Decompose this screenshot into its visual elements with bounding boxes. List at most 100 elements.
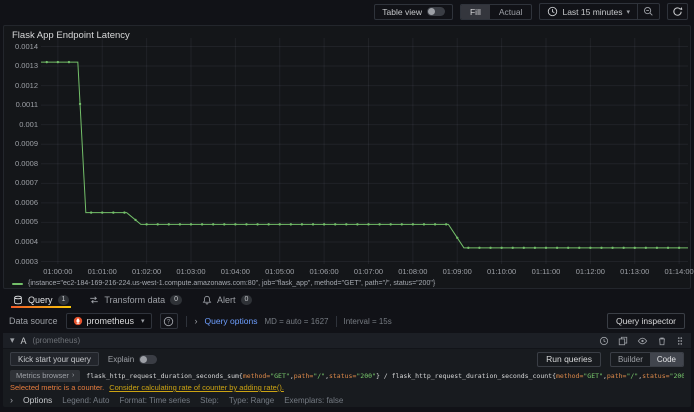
fill-actual-segment: Fill Actual	[459, 3, 533, 20]
time-range-picker[interactable]: Last 15 minutes ▾	[540, 4, 637, 19]
y-tick-label: 0.001	[19, 119, 38, 129]
explain-label: Explain	[107, 354, 135, 364]
refresh-button[interactable]	[667, 3, 688, 20]
legend-label: {instance="ec2-184-169-216-224.us-west-1…	[28, 280, 436, 287]
x-tick-label: 01:05:00	[265, 267, 295, 276]
table-view-switch[interactable]	[426, 7, 445, 16]
code-button[interactable]: Code	[649, 352, 683, 366]
zoom-out-time-button[interactable]	[637, 4, 659, 19]
x-tick-label: 01:10:00	[487, 267, 517, 276]
tab-transform-badge: 0	[170, 294, 183, 305]
query-option-item: Step:	[200, 395, 219, 405]
grafana-panel-edit-view: Table view Fill Actual Last 15 minutes ▾…	[0, 0, 694, 412]
tab-query-badge: 1	[57, 294, 70, 305]
x-tick-label: 01:11:00	[531, 267, 561, 276]
explain-toggle[interactable]: Explain	[107, 354, 158, 364]
x-tick-label: 01:14:00	[664, 267, 694, 276]
x-tick-label: 01:09:00	[442, 267, 472, 276]
query-options-toggle[interactable]: › Query options MD = auto = 1627 Interva…	[194, 315, 392, 327]
y-tick-label: 0.0005	[15, 217, 38, 227]
magnifier-minus-icon	[644, 7, 653, 16]
divider	[335, 315, 337, 327]
table-view-toggle[interactable]: Table view	[374, 3, 453, 20]
tab-transform-label: Transform data	[104, 294, 166, 305]
chevron-right-icon: ›	[71, 372, 75, 379]
chevron-down-icon: ▾	[141, 318, 145, 325]
query-icon	[14, 295, 22, 304]
query-option-item: Legend: Auto	[62, 395, 110, 405]
query-option-item: Format: Time series	[119, 395, 191, 405]
y-tick-label: 0.0004	[15, 236, 38, 246]
remove-query-trash-icon[interactable]	[657, 336, 667, 346]
tab-alert[interactable]: Alert 0	[202, 291, 253, 308]
y-tick-label: 0.0012	[15, 80, 38, 90]
tab-query[interactable]: Query 1	[10, 291, 72, 308]
query-inspector-button[interactable]: Query inspector	[607, 313, 685, 329]
divider	[185, 315, 187, 327]
metrics-browser-button[interactable]: Metrics browser ›	[10, 369, 81, 382]
question-circle-icon: ?	[163, 316, 174, 326]
latency-panel: Flask App Endpoint Latency 0.0014 0.0013 0…	[3, 25, 694, 289]
svg-text:?: ?	[167, 319, 171, 325]
query-editor-card: ▾ A (prometheus) Kick start your query E…	[3, 333, 691, 407]
tab-alert-label: Alert	[217, 294, 236, 305]
editor-tabs: Query 1 Transform data 0 Alert 0	[3, 291, 691, 308]
table-view-label: Table view	[382, 6, 422, 17]
y-tick-label: 0.0011	[15, 100, 38, 110]
interval-value: Interval = 15s	[343, 316, 392, 326]
y-tick-label: 0.0009	[15, 139, 38, 149]
alert-bell-icon	[202, 295, 212, 304]
query-code-row: Metrics browser › flask_http_request_dur…	[3, 369, 691, 382]
chart-legend[interactable]: {instance="ec2-184-169-216-224.us-west-1…	[12, 280, 435, 287]
query-option-item: Type: Range	[228, 395, 275, 405]
edit-topbar: Table view Fill Actual Last 15 minutes ▾	[0, 0, 694, 23]
refresh-icon	[673, 7, 683, 16]
datasource-row: Data source prometheus ▾ ? › Query optio…	[3, 310, 691, 332]
x-tick-label: 01:08:00	[398, 267, 428, 276]
latency-chart[interactable]: 0.0014 0.0013 0.0012 0.0011 0.001 0.0009 0.000…	[4, 38, 694, 288]
max-data-points-value: MD = auto = 1627	[264, 316, 329, 326]
x-tick-label: 01:01:00	[87, 267, 117, 276]
time-picker-group: Last 15 minutes ▾	[539, 3, 660, 20]
builder-code-segment: Builder Code	[609, 351, 684, 367]
warning-text: Selected metric is a counter.	[10, 383, 105, 392]
hide-response-eye-icon[interactable]	[637, 336, 648, 346]
y-tick-label: 0.0013	[15, 61, 38, 71]
actual-button[interactable]: Actual	[490, 5, 532, 19]
datasource-picker[interactable]: prometheus ▾	[65, 313, 152, 329]
tab-transform-data[interactable]: Transform data 0	[89, 291, 183, 308]
chevron-down-icon: ▾	[626, 8, 630, 16]
y-tick-label: 0.0006	[15, 197, 38, 207]
query-options-summary-row[interactable]: › Options Legend: Auto Format: Time serie…	[3, 393, 691, 407]
promql-expression[interactable]: flask_http_request_duration_seconds_sum{…	[86, 372, 684, 380]
counter-warning-row: Selected metric is a counter. Consider c…	[3, 382, 691, 393]
duplicate-query-icon[interactable]	[618, 336, 628, 346]
legend-swatch	[12, 282, 23, 285]
datasource-help-button[interactable]: ?	[159, 313, 178, 329]
y-tick-label: 0.0008	[15, 158, 38, 168]
chevron-right-icon: ›	[194, 316, 198, 326]
latency-line-series	[41, 38, 688, 264]
warning-rate-link[interactable]: Consider calculating rate of counter by …	[109, 383, 284, 392]
drag-handle-icon[interactable]	[676, 336, 684, 346]
time-range-label: Last 15 minutes	[562, 6, 623, 17]
x-tick-label: 01:03:00	[176, 267, 206, 276]
datasource-value: prometheus	[86, 316, 135, 326]
query-ref-id: A	[20, 335, 27, 346]
explain-switch[interactable]	[139, 354, 158, 364]
history-icon[interactable]	[599, 336, 609, 346]
query-row-header[interactable]: ▾ A (prometheus)	[3, 333, 691, 349]
fill-button[interactable]: Fill	[460, 4, 490, 19]
query-toolbar-row: Kick start your query Explain Run querie…	[3, 349, 691, 369]
tab-alert-badge: 0	[240, 294, 253, 305]
transform-icon	[90, 296, 99, 303]
run-queries-button[interactable]: Run queries	[537, 351, 601, 367]
query-datasource-hint: (prometheus)	[32, 336, 81, 345]
x-tick-label: 01:00:00	[43, 267, 73, 276]
kick-start-query-button[interactable]: Kick start your query	[10, 352, 99, 366]
query-options-label: Query options	[204, 316, 258, 326]
builder-button[interactable]: Builder	[611, 353, 650, 366]
query-options-items: Legend: Auto Format: Time series Step: Type…	[62, 396, 343, 405]
x-tick-label: 01:02:00	[132, 267, 162, 276]
metrics-browser-label: Metrics browser	[16, 371, 69, 380]
